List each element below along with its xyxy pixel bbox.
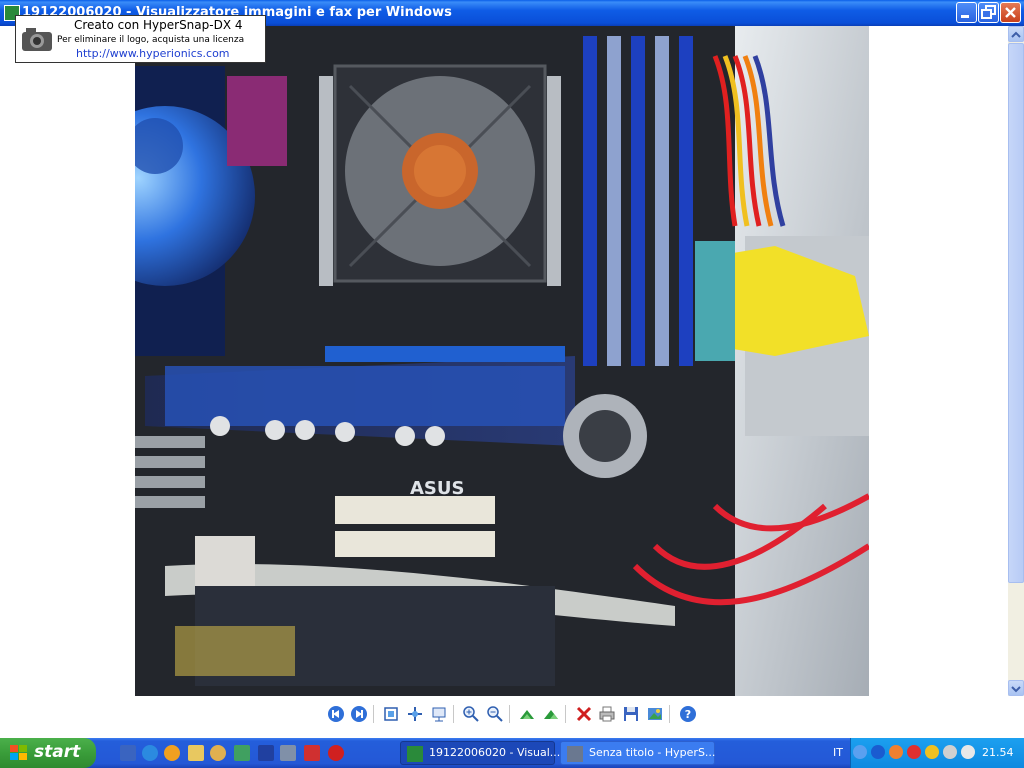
scroll-thumb[interactable] <box>1008 43 1024 583</box>
network-icon[interactable] <box>234 745 250 761</box>
copy-to-icon <box>624 707 638 721</box>
zoom-in-icon <box>463 706 479 722</box>
delete-button[interactable] <box>575 705 593 723</box>
task-label: 19122006020 - Visual... <box>429 746 561 759</box>
previous-image-icon <box>328 706 344 722</box>
previous-image-button[interactable] <box>327 705 345 723</box>
toolbar-separator <box>453 705 454 723</box>
watermark-license-note: Per eliminare il logo, acquista una lice… <box>57 35 245 45</box>
scroll-up-button[interactable] <box>1008 26 1024 42</box>
help-icon: ? <box>680 706 696 722</box>
actual-size-button[interactable] <box>406 705 424 723</box>
computer-case-motherboard-photo: ASUS <box>135 26 869 696</box>
board-brand-label: ASUS <box>410 478 464 499</box>
close-button[interactable] <box>1000 2 1021 23</box>
camera-icon[interactable] <box>280 745 296 761</box>
viewer-toolbar: ? <box>0 696 1024 736</box>
media-player-icon[interactable] <box>164 745 180 761</box>
folder-icon[interactable] <box>188 745 204 761</box>
svg-text:?: ? <box>685 708 691 721</box>
chevron-down-icon <box>1011 686 1021 693</box>
task-label: Senza titolo - HyperS... <box>589 746 716 759</box>
edit-icon <box>648 708 662 720</box>
delete-icon <box>576 706 592 722</box>
maximize-icon <box>981 5 996 19</box>
image-viewport: ASUS <box>0 26 1008 696</box>
watermark-url[interactable]: http://www.hyperionics.com <box>76 47 230 60</box>
opera-icon[interactable] <box>328 745 344 761</box>
zoom-out-icon <box>487 706 503 722</box>
vertical-scrollbar[interactable] <box>1008 26 1024 696</box>
slideshow-button[interactable] <box>430 705 448 723</box>
help-button[interactable]: ? <box>679 705 697 723</box>
hypersnap-watermark: Creato con HyperSnap-DX 4 Per eliminare … <box>15 15 266 63</box>
maximize-button[interactable] <box>978 2 999 23</box>
toolbar-separator <box>373 705 374 723</box>
network-icon[interactable] <box>889 745 903 759</box>
start-button[interactable]: start <box>0 738 96 768</box>
toolbar-separator <box>509 705 510 723</box>
close-icon <box>1005 7 1016 18</box>
bluetooth-icon[interactable] <box>871 745 885 759</box>
messenger-icon[interactable] <box>925 745 939 759</box>
print-icon <box>599 706 615 722</box>
actual-size-icon <box>408 707 422 721</box>
zoom-out-button[interactable] <box>486 705 504 723</box>
print-button[interactable] <box>598 705 616 723</box>
slideshow-icon <box>432 707 446 722</box>
rotate-counterclockwise-button[interactable] <box>542 705 560 723</box>
hypersnap-icon <box>567 746 583 762</box>
windows-logo-icon <box>10 745 27 760</box>
taskbar: start 19122006020 - Visual... Senza tito… <box>0 738 1024 768</box>
language-indicator[interactable]: IT <box>833 746 843 759</box>
best-fit-icon <box>384 707 398 721</box>
rotate-clockwise-button[interactable] <box>518 705 536 723</box>
chevron-up-icon <box>1011 31 1021 38</box>
paint-icon[interactable] <box>210 745 226 761</box>
camera-icon <box>22 28 52 51</box>
antivirus-icon[interactable] <box>907 745 921 759</box>
scroll-down-button[interactable] <box>1008 680 1024 696</box>
save-icon[interactable] <box>258 745 274 761</box>
next-image-icon <box>351 706 367 722</box>
arrow-left-icon[interactable] <box>853 745 867 759</box>
toolbar-separator <box>669 705 670 723</box>
system-tray: IT 21.54 <box>833 738 1024 768</box>
clock[interactable]: 21.54 <box>982 746 1014 759</box>
show-desktop-icon[interactable] <box>120 745 136 761</box>
rotate-counterclockwise-icon <box>544 710 558 719</box>
best-fit-button[interactable] <box>382 705 400 723</box>
toolbar-separator <box>565 705 566 723</box>
warning-icon[interactable] <box>304 745 320 761</box>
watermark-title: Creato con HyperSnap-DX 4 <box>74 18 243 32</box>
copy-to-button[interactable] <box>622 705 640 723</box>
rotate-clockwise-icon <box>520 710 534 719</box>
image-viewer-icon <box>407 746 423 762</box>
photo-illustration: ASUS <box>135 26 869 696</box>
minimize-button[interactable] <box>956 2 977 23</box>
task-image-viewer[interactable]: 19122006020 - Visual... <box>400 741 560 765</box>
update-icon[interactable] <box>943 745 957 759</box>
start-label: start <box>34 742 81 762</box>
minimize-icon <box>961 15 969 18</box>
edit-button[interactable] <box>646 705 664 723</box>
zoom-in-button[interactable] <box>462 705 480 723</box>
next-image-button[interactable] <box>350 705 368 723</box>
volume-icon[interactable] <box>961 745 975 759</box>
internet-explorer-icon[interactable] <box>142 745 158 761</box>
task-hypersnap[interactable]: Senza titolo - HyperS... <box>560 741 715 765</box>
